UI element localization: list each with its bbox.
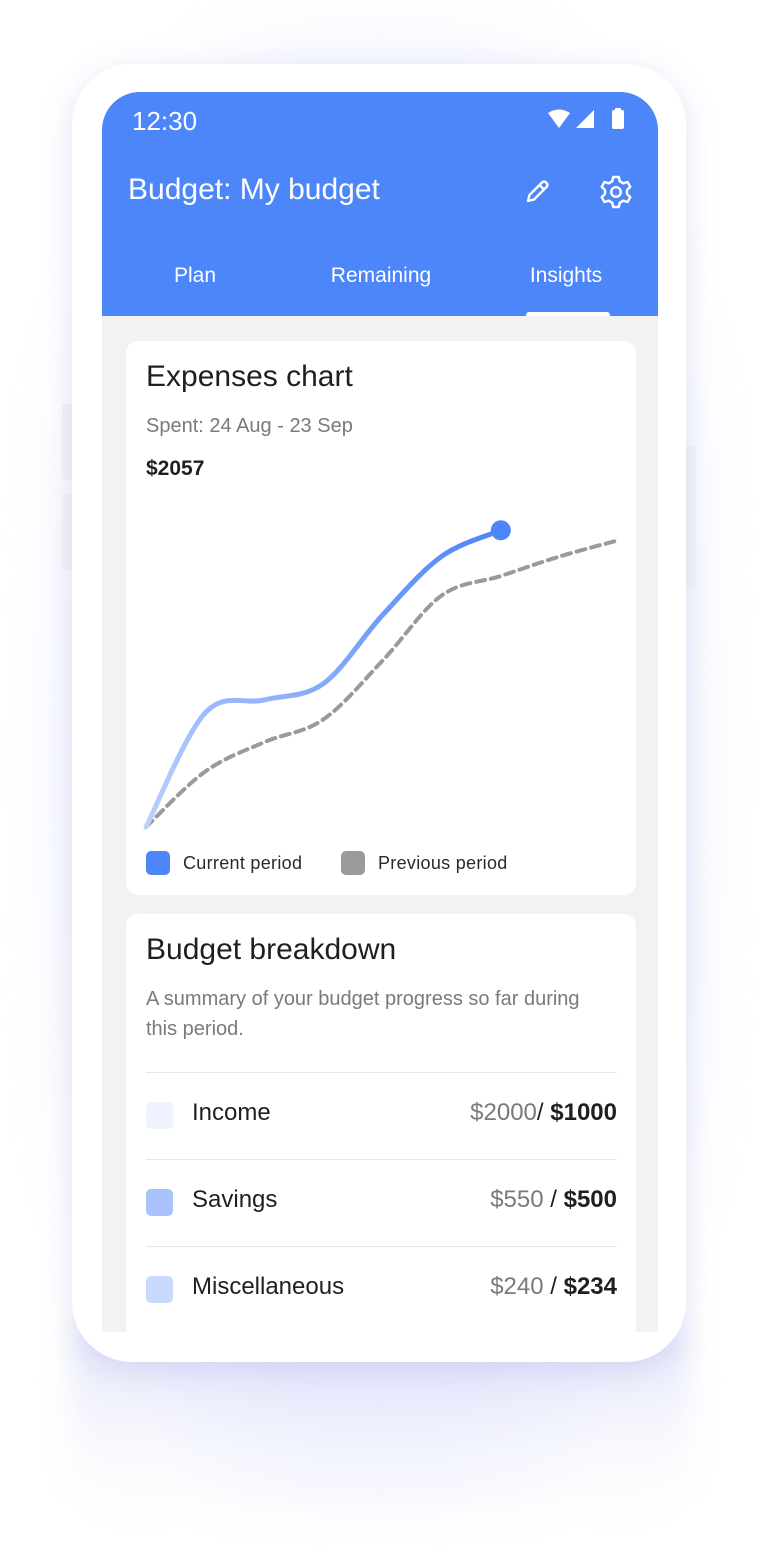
income-separator: / <box>536 1099 551 1126</box>
phone-screen: 12:30 Budget: My budget Plan Remaining I… <box>102 92 658 1332</box>
budget-breakdown-title: Budget breakdown <box>146 933 397 966</box>
tab-remaining[interactable]: Remaining <box>288 252 474 316</box>
expenses-chart-card: Expenses chart Spent: 24 Aug - 23 Sep $2… <box>126 341 636 895</box>
legend-previous-period: Previous period <box>341 851 508 875</box>
current-period-line <box>143 527 504 830</box>
savings-separator: / <box>543 1186 564 1213</box>
breakdown-row-income[interactable]: Income $2000/ $1000 <box>146 1095 617 1135</box>
income-budget: $1000 <box>550 1099 617 1126</box>
tab-bar: Plan Remaining Insights <box>102 252 658 316</box>
miscellaneous-values: $240 / $234 <box>490 1273 617 1301</box>
budget-breakdown-card: Budget breakdown A summary of your budge… <box>126 914 636 1332</box>
previous-period-line <box>144 538 621 829</box>
tab-remaining-label: Remaining <box>330 264 432 287</box>
miscellaneous-separator: / <box>543 1273 564 1300</box>
app-title: Budget: My budget <box>128 173 380 206</box>
page-stage: 12:30 Budget: My budget Plan Remaining I… <box>0 0 758 1549</box>
legend-current-swatch <box>146 851 170 875</box>
savings-values: $550 / $500 <box>490 1186 617 1214</box>
breakdown-row-miscellaneous[interactable]: Miscellaneous $240 / $234 <box>146 1269 617 1309</box>
tab-plan-label: Plan <box>173 264 217 287</box>
income-swatch <box>146 1102 173 1129</box>
status-time: 12:30 <box>132 106 198 136</box>
expenses-line-chart <box>143 520 621 830</box>
savings-budget: $500 <box>563 1186 617 1213</box>
income-label: Income <box>192 1099 271 1126</box>
savings-swatch <box>146 1189 173 1216</box>
settings-gear-icon[interactable] <box>596 172 636 212</box>
savings-label: Savings <box>192 1186 278 1213</box>
legend-previous-swatch <box>341 851 365 875</box>
breakdown-row-savings[interactable]: Savings $550 / $500 <box>146 1182 617 1222</box>
divider <box>146 1072 617 1073</box>
status-icons <box>548 108 624 129</box>
legend-previous-label: Previous period <box>378 852 508 873</box>
miscellaneous-budget: $234 <box>563 1273 617 1300</box>
active-tab-indicator <box>526 312 610 316</box>
budget-breakdown-description: A summary of your budget progress so far… <box>146 988 580 1040</box>
phone-frame: 12:30 Budget: My budget Plan Remaining I… <box>72 64 686 1362</box>
tab-insights[interactable]: Insights <box>474 252 658 316</box>
spent-total: $2057 <box>146 457 205 480</box>
expenses-chart-title: Expenses chart <box>146 360 353 393</box>
income-spent: $2000 <box>470 1099 537 1126</box>
miscellaneous-spent: $240 <box>490 1273 544 1300</box>
battery-icon <box>612 110 624 129</box>
divider <box>146 1159 617 1160</box>
edit-pencil-icon[interactable] <box>517 172 557 212</box>
legend-current-period: Current period <box>146 851 302 875</box>
legend-current-label: Current period <box>183 852 303 873</box>
wifi-icon <box>548 109 570 128</box>
current-period-endpoint[interactable] <box>490 520 511 541</box>
miscellaneous-swatch <box>146 1276 173 1303</box>
app-bar: 12:30 Budget: My budget Plan Remaining I… <box>102 92 658 316</box>
savings-spent: $550 <box>490 1186 544 1213</box>
signal-icon <box>576 110 594 128</box>
tab-insights-label: Insights <box>529 264 603 287</box>
miscellaneous-label: Miscellaneous <box>192 1273 345 1300</box>
spent-period-label: Spent: 24 Aug - 23 Sep <box>146 415 353 437</box>
tab-plan[interactable]: Plan <box>102 252 288 316</box>
income-values: $2000/ $1000 <box>470 1099 617 1127</box>
divider <box>146 1246 617 1247</box>
